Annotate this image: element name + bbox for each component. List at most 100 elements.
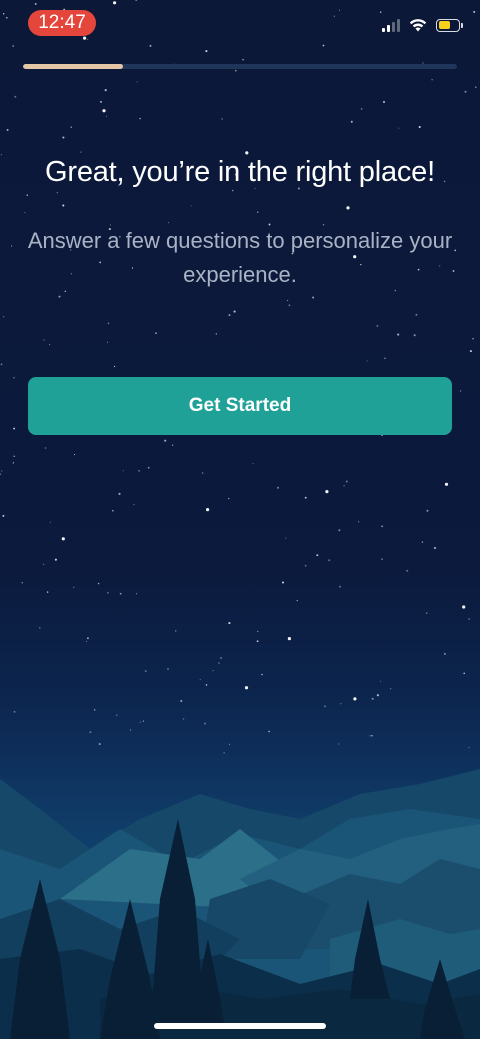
star	[172, 444, 174, 446]
star	[390, 688, 392, 690]
star	[13, 427, 16, 430]
star	[62, 136, 65, 139]
star	[97, 582, 100, 585]
star	[122, 470, 124, 472]
get-started-button[interactable]: Get Started	[28, 377, 452, 435]
star	[345, 480, 348, 483]
star	[376, 324, 379, 327]
star	[43, 339, 45, 341]
status-icons	[382, 15, 463, 35]
star	[464, 90, 467, 93]
star	[381, 558, 383, 560]
star	[413, 334, 416, 337]
star	[287, 637, 291, 641]
star	[244, 686, 249, 690]
battery-level	[438, 21, 450, 29]
star	[256, 640, 259, 643]
star	[285, 537, 287, 539]
star	[13, 455, 15, 458]
star	[338, 529, 341, 532]
star	[164, 439, 167, 442]
star	[10, 245, 13, 247]
star	[276, 486, 280, 489]
star	[61, 537, 65, 541]
star	[339, 585, 342, 588]
star	[376, 694, 379, 697]
star	[421, 541, 424, 543]
star	[201, 472, 204, 474]
star	[286, 299, 289, 302]
star	[111, 509, 114, 512]
star	[257, 630, 259, 632]
star	[459, 390, 462, 392]
star	[107, 322, 110, 325]
star	[138, 470, 140, 472]
star	[384, 357, 386, 360]
star	[257, 211, 259, 213]
star	[282, 581, 284, 584]
star	[2, 514, 5, 517]
battery-icon	[436, 18, 463, 32]
onboarding-screen: 12:47 Great, you’re in the right place! …	[0, 0, 480, 1039]
star	[3, 316, 5, 318]
star	[415, 313, 418, 316]
star	[58, 295, 61, 298]
star	[49, 344, 51, 346]
star	[72, 586, 75, 589]
star	[0, 473, 2, 475]
star	[469, 350, 472, 353]
star	[119, 592, 122, 595]
star	[118, 492, 121, 495]
star	[242, 58, 244, 61]
status-time[interactable]: 12:47	[28, 10, 96, 36]
star	[114, 365, 116, 368]
star	[62, 204, 65, 207]
star	[235, 69, 237, 72]
star	[228, 497, 230, 500]
star	[475, 86, 477, 88]
status-bar: 12:47	[0, 0, 480, 50]
star	[398, 127, 400, 129]
star	[86, 637, 89, 640]
star	[205, 684, 208, 686]
star	[133, 504, 135, 506]
star	[296, 599, 298, 602]
star	[418, 126, 421, 128]
star	[215, 333, 217, 335]
star	[167, 668, 169, 670]
star	[49, 521, 51, 523]
star	[382, 100, 386, 104]
page-subtitle: Answer a few questions to personalize yo…	[27, 228, 453, 287]
star	[426, 612, 428, 614]
star	[328, 559, 331, 562]
star	[218, 662, 220, 664]
star	[381, 525, 384, 528]
star	[205, 50, 208, 53]
star	[316, 554, 319, 557]
star	[54, 558, 57, 561]
star	[26, 194, 29, 197]
star	[228, 314, 231, 317]
wifi-icon	[409, 19, 427, 32]
star	[212, 670, 214, 672]
star	[360, 108, 363, 110]
star	[350, 120, 353, 123]
star	[13, 376, 15, 379]
star	[444, 653, 446, 655]
star	[221, 118, 223, 120]
star	[24, 211, 26, 214]
star	[426, 509, 429, 512]
star	[472, 337, 474, 340]
star	[199, 678, 201, 681]
star	[380, 680, 382, 682]
star	[104, 89, 107, 92]
star	[136, 81, 138, 83]
star	[252, 463, 254, 465]
mountain-forest-illustration	[0, 699, 480, 1039]
progress-fill	[23, 64, 123, 69]
star	[1, 470, 3, 472]
home-indicator[interactable]	[154, 1023, 326, 1029]
star	[46, 591, 49, 593]
star	[325, 490, 329, 494]
star	[144, 670, 147, 673]
